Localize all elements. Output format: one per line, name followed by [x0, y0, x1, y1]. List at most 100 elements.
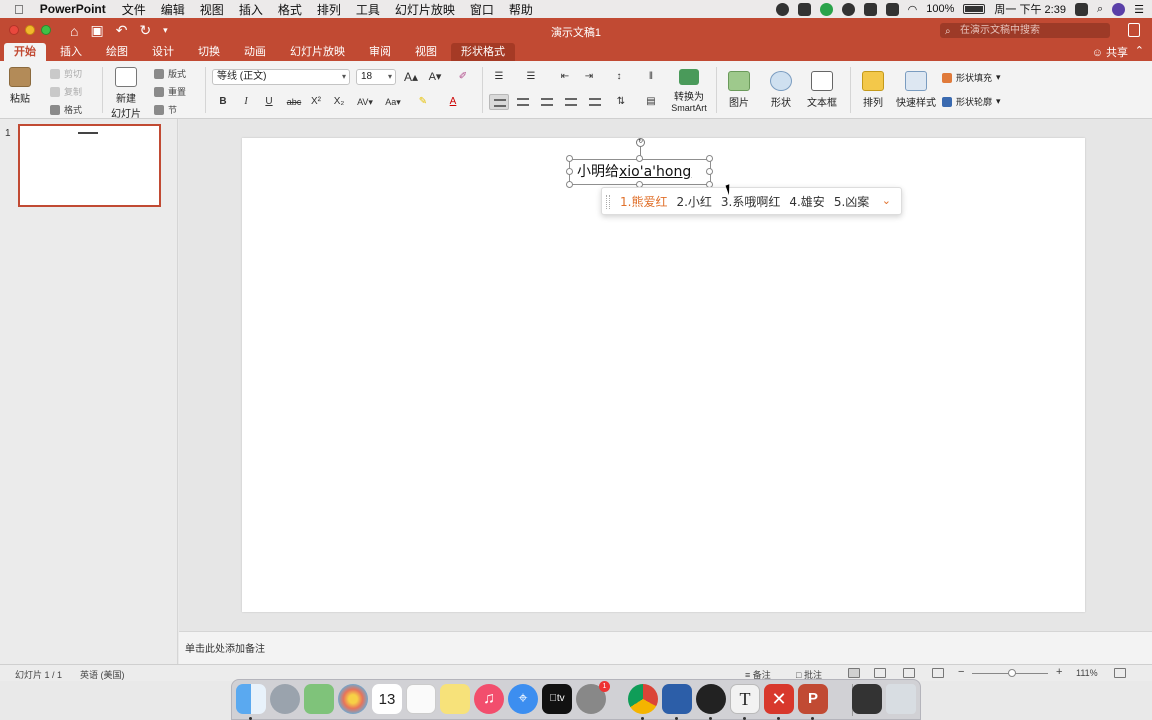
font-size-select[interactable]: 18 ▾	[356, 69, 396, 85]
music-icon[interactable]: ♫	[474, 684, 504, 714]
ime-candidate[interactable]: 5.凶案	[834, 193, 869, 210]
tab-review[interactable]: 审阅	[359, 43, 401, 61]
new-slide-button[interactable]: 新建 幻灯片	[110, 67, 142, 120]
ime-drag-handle[interactable]	[606, 195, 610, 209]
resize-handle-ne[interactable]	[706, 155, 713, 162]
textbox-button[interactable]: 文本框	[806, 71, 838, 109]
tab-animations[interactable]: 动画	[234, 43, 276, 61]
tab-home[interactable]: 开始	[4, 43, 46, 61]
collapse-ribbon-icon[interactable]: ⌃	[1135, 44, 1144, 57]
numbering-icon[interactable]: ☰	[522, 69, 540, 85]
align-center-button[interactable]	[513, 94, 533, 110]
document-search-input[interactable]: ⌕ 在演示文稿中搜索	[940, 23, 1110, 38]
arrange-button[interactable]: 排列	[858, 71, 888, 109]
picture-button[interactable]: 图片	[724, 71, 754, 109]
zoom-out-button[interactable]: −	[958, 666, 964, 678]
text-direction-icon[interactable]: ⇅	[612, 94, 630, 110]
downloads-icon[interactable]	[852, 684, 882, 714]
status-app-icon[interactable]	[863, 2, 877, 16]
launchpad-icon[interactable]	[270, 684, 300, 714]
slide-sorter-view-icon[interactable]	[874, 668, 886, 678]
menu-app-name[interactable]: PowerPoint	[40, 2, 106, 16]
menu-arrange[interactable]: 排列	[317, 1, 341, 18]
menu-slideshow[interactable]: 幻灯片放映	[395, 1, 455, 18]
format-painter-button[interactable]: 格式	[50, 103, 82, 116]
tab-shape-format[interactable]: 形状格式	[451, 43, 515, 61]
character-spacing-icon[interactable]: AV▾	[356, 94, 374, 110]
reminders-icon[interactable]	[406, 684, 436, 714]
paste-button[interactable]: 粘贴	[6, 67, 34, 105]
align-text-icon[interactable]: ▤	[642, 94, 660, 110]
tab-transitions[interactable]: 切换	[188, 43, 230, 61]
tab-slideshow[interactable]: 幻灯片放映	[280, 43, 355, 61]
line-spacing-icon[interactable]: ↕	[610, 69, 628, 85]
account-icon[interactable]	[1128, 23, 1140, 37]
maps-icon[interactable]	[304, 684, 334, 714]
menu-format[interactable]: 格式	[278, 1, 302, 18]
battery-icon[interactable]	[963, 4, 986, 14]
align-left-button[interactable]	[489, 94, 509, 110]
zoom-slider-knob[interactable]	[1008, 669, 1016, 677]
menu-view[interactable]: 视图	[200, 1, 224, 18]
font-name-select[interactable]: 等线 (正文) ▾	[212, 69, 350, 85]
cut-button[interactable]: 剪切	[50, 67, 82, 80]
increase-font-icon[interactable]: A▴	[402, 69, 420, 85]
increase-indent-icon[interactable]: ⇥	[580, 69, 598, 85]
notes-pane[interactable]: 单击此处添加备注	[179, 631, 1152, 664]
reading-view-icon[interactable]	[903, 668, 915, 678]
clock[interactable]: 周一 下午 2:39	[994, 1, 1066, 17]
columns-icon[interactable]: ‖	[642, 69, 660, 85]
ime-expand-icon[interactable]: ⌄	[882, 194, 891, 207]
rotate-handle-icon[interactable]: ↻	[636, 138, 645, 147]
tv-icon[interactable]: tv	[542, 684, 572, 714]
quick-styles-button[interactable]: 快速样式	[894, 71, 938, 109]
normal-view-icon[interactable]	[848, 668, 860, 678]
obs-icon[interactable]	[696, 684, 726, 714]
status-app-icon[interactable]	[1074, 2, 1088, 16]
spotlight-icon[interactable]: ⌕	[1097, 3, 1103, 16]
share-button[interactable]: ☺ 共享	[1092, 44, 1128, 60]
powerpoint-icon[interactable]: P	[798, 684, 828, 714]
superscript-button[interactable]: X²	[307, 94, 325, 110]
notes-icon[interactable]	[440, 684, 470, 714]
clear-formatting-icon[interactable]: ✐	[454, 69, 472, 85]
slide-thumbnail[interactable]	[18, 124, 161, 207]
tab-design[interactable]: 设计	[142, 43, 184, 61]
safari-icon[interactable]: ⌖	[508, 684, 538, 714]
tab-draw[interactable]: 绘图	[96, 43, 138, 61]
subscript-button[interactable]: X₂	[330, 94, 348, 110]
menu-window[interactable]: 窗口	[470, 1, 494, 18]
photos-icon[interactable]	[338, 684, 368, 714]
menu-edit[interactable]: 编辑	[161, 1, 185, 18]
ime-candidate[interactable]: 3.系哦啊红	[721, 193, 780, 210]
status-app-icon[interactable]	[775, 2, 789, 16]
copy-button[interactable]: 复制	[50, 85, 82, 98]
layout-button[interactable]: 版式	[154, 67, 186, 80]
xmind-icon[interactable]: ✕	[764, 684, 794, 714]
menu-file[interactable]: 文件	[122, 1, 146, 18]
language-indicator[interactable]: 英语 (美国)	[80, 668, 125, 681]
bold-button[interactable]: B	[214, 94, 232, 110]
underline-button[interactable]: U	[260, 94, 278, 110]
typora-icon[interactable]: T	[730, 684, 760, 714]
menu-help[interactable]: 帮助	[509, 1, 533, 18]
change-case-icon[interactable]: Aa▾	[384, 94, 402, 110]
section-button[interactable]: 节	[154, 103, 177, 116]
chrome-icon[interactable]	[628, 684, 658, 714]
ime-candidate[interactable]: 4.雄安	[789, 193, 824, 210]
distributed-button[interactable]	[585, 94, 605, 110]
status-app-icon[interactable]	[819, 2, 833, 16]
notification-center-icon[interactable]: ☰	[1134, 3, 1144, 16]
decrease-font-icon[interactable]: A▾	[426, 69, 444, 85]
font-color-icon[interactable]: A	[444, 94, 462, 110]
ime-candidate[interactable]: 1.熊爱红	[620, 193, 667, 210]
zoom-level[interactable]: 111%	[1076, 668, 1098, 678]
strikethrough-button[interactable]: abc	[283, 94, 305, 110]
italic-button[interactable]: I	[237, 94, 255, 110]
trash-icon[interactable]	[886, 684, 916, 714]
wifi-icon[interactable]: ◠	[908, 3, 918, 16]
calendar-icon[interactable]: 13	[372, 684, 402, 714]
siri-icon[interactable]	[1112, 2, 1126, 16]
highlight-icon[interactable]: ✎	[414, 94, 432, 110]
fit-to-window-icon[interactable]	[1114, 668, 1126, 678]
